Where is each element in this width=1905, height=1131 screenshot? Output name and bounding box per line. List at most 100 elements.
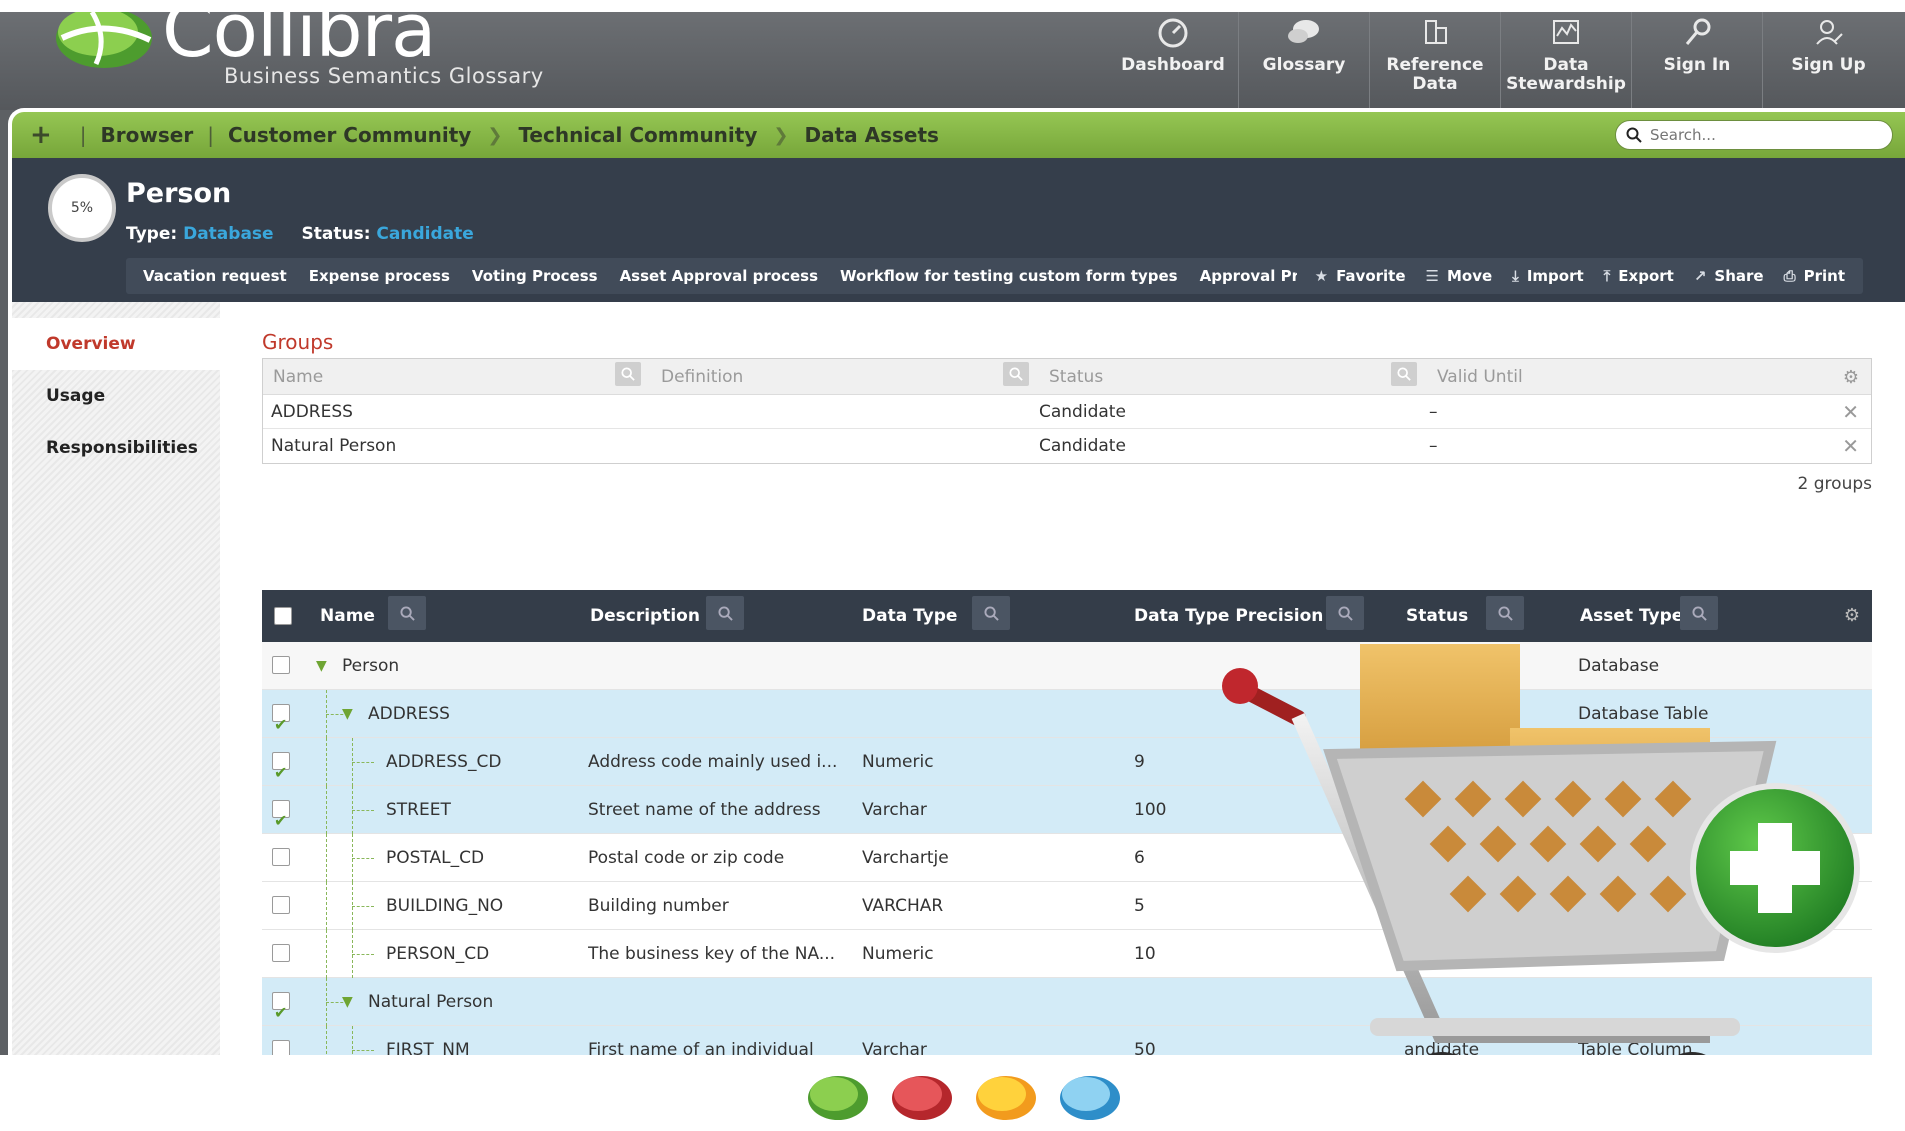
workflow-testing-custom-forms[interactable]: Workflow for testing custom form types [829, 267, 1189, 285]
type-value-link[interactable]: Database [183, 224, 273, 244]
collibra-logo-icon[interactable] [52, 12, 157, 74]
cell-name[interactable]: ADDRESS [368, 690, 608, 738]
breadcrumb-technical-community[interactable]: Technical Community [518, 123, 757, 147]
share-button[interactable]: ↗ Share [1684, 267, 1774, 285]
search-icon[interactable] [972, 596, 1010, 630]
tree-guide [352, 930, 353, 978]
nav-sign-in[interactable]: Sign In [1632, 12, 1763, 110]
row-checkbox[interactable] [272, 1037, 290, 1055]
nav-dashboard[interactable]: Dashboard [1108, 12, 1239, 110]
select-all-checkbox[interactable] [274, 607, 292, 625]
tree-guide [352, 810, 374, 811]
sidebar-item-overview[interactable]: Overview [12, 318, 220, 370]
cell-data-type: Varchar [862, 1040, 927, 1055]
search-icon[interactable] [706, 596, 744, 630]
print-icon: ⎙ [1783, 267, 1796, 285]
tree-guide [326, 834, 327, 882]
table-row[interactable]: ADDRESS Candidate – ✕ [263, 395, 1871, 429]
breadcrumb-customer-community[interactable]: Customer Community [228, 123, 471, 147]
tree-guide [352, 1026, 353, 1055]
search-icon[interactable] [1326, 596, 1364, 630]
cell-description: Building number [588, 896, 729, 916]
import-icon: ⤓ [1512, 267, 1519, 285]
workflow-voting-process[interactable]: Voting Process [461, 267, 609, 285]
nav-sign-up[interactable]: Sign Up [1763, 12, 1894, 110]
print-button[interactable]: ⎙ Print [1774, 267, 1855, 285]
expand-caret-icon[interactable]: ▼ [342, 690, 353, 738]
groups-col-name: Name [263, 359, 651, 394]
col-data-type: Data Type [862, 606, 958, 626]
chevron-right-icon: ❯ [773, 124, 789, 146]
group-name[interactable]: ADDRESS [263, 395, 1039, 428]
orange-blob-icon [976, 1076, 1036, 1120]
move-button[interactable]: ☰ Move [1416, 267, 1503, 285]
action-bar: ★ Favorite ☰ Move ⤓ Import ⤒ Export ↗ Share ⎙… [1296, 258, 1863, 294]
tree-guide [352, 882, 353, 930]
gear-icon[interactable]: ⚙ [1844, 590, 1860, 642]
row-checkbox[interactable] [272, 749, 290, 797]
row-checkbox[interactable] [272, 989, 290, 1037]
breadcrumb-data-assets[interactable]: Data Assets [804, 123, 938, 147]
remove-icon[interactable]: ✕ [1842, 395, 1859, 429]
sidebar-item-usage[interactable]: Usage [12, 370, 220, 422]
favorite-button[interactable]: ★ Favorite [1305, 267, 1416, 285]
row-checkbox[interactable] [272, 848, 290, 866]
group-valid-until: – [1429, 436, 1438, 456]
workflow-vacation-request[interactable]: Vacation request [132, 267, 298, 285]
row-checkbox[interactable] [272, 944, 290, 962]
import-button[interactable]: ⤓ Import [1502, 267, 1593, 285]
move-label: Move [1446, 267, 1493, 285]
tree-guide [352, 786, 353, 834]
search-icon[interactable] [388, 596, 426, 630]
import-label: Import [1526, 267, 1584, 285]
nav-glossary[interactable]: Glossary [1239, 12, 1370, 120]
cell-description: Street name of the address [588, 800, 821, 820]
app-window: Collibra Business Semantics Glossary Das… [0, 12, 1905, 1055]
workflow-asset-approval[interactable]: Asset Approval process [609, 267, 829, 285]
workflow-bar: Vacation request Expense process Voting … [126, 258, 1364, 294]
search-icon[interactable] [1680, 596, 1718, 630]
brand-tagline: Business Semantics Glossary [224, 64, 544, 88]
sidebar-item-responsibilities[interactable]: Responsibilities [12, 422, 220, 474]
share-label: Share [1714, 267, 1764, 285]
search-icon[interactable] [1003, 362, 1029, 386]
cell-description: First name of an individual [588, 1040, 814, 1055]
row-checkbox[interactable] [272, 701, 290, 749]
remove-icon[interactable]: ✕ [1842, 429, 1859, 463]
breadcrumb-browser[interactable]: Browser [101, 123, 194, 147]
tree-guide [352, 834, 353, 882]
expand-caret-icon[interactable]: ▼ [316, 642, 327, 690]
workflow-expense-process[interactable]: Expense process [298, 267, 461, 285]
search-box[interactable] [1615, 120, 1893, 150]
cell-name[interactable]: Person [342, 642, 582, 690]
search-icon[interactable] [1486, 596, 1524, 630]
row-checkbox[interactable] [272, 656, 290, 674]
table-row[interactable]: Natural Person Candidate – ✕ [263, 429, 1871, 463]
groups-title: Groups [262, 330, 334, 354]
top-header: Collibra Business Semantics Glossary Das… [0, 12, 1905, 120]
search-icon[interactable] [615, 362, 641, 386]
nav-reference-data[interactable]: Reference Data [1370, 12, 1501, 110]
col-status: Status [1406, 606, 1469, 626]
group-name[interactable]: Natural Person [263, 429, 1039, 463]
expand-caret-icon[interactable]: ▼ [342, 978, 353, 1026]
type-label: Type: [126, 224, 178, 244]
row-checkbox[interactable] [272, 797, 290, 845]
groups-count: 2 groups [1797, 474, 1872, 494]
groups-col-name-label: Name [273, 367, 324, 387]
dashboard-icon [1158, 18, 1188, 48]
status-value-link[interactable]: Candidate [376, 224, 473, 244]
red-blob-icon [892, 1076, 952, 1120]
groups-col-definition: Definition [651, 359, 1039, 394]
row-checkbox[interactable] [272, 896, 290, 914]
search-icon[interactable] [1391, 362, 1417, 386]
asset-title: Person [126, 178, 232, 209]
gear-icon[interactable]: ⚙ [1843, 367, 1859, 388]
nav-data-stewardship[interactable]: Data Stewardship [1501, 12, 1632, 110]
cell-description: Address code mainly used i... [588, 752, 838, 772]
export-button[interactable]: ⤒ Export [1594, 267, 1684, 285]
cell-name[interactable]: Natural Person [368, 978, 608, 1026]
add-button[interactable]: + [30, 120, 52, 150]
data-stewardship-icon [1553, 20, 1579, 44]
search-input[interactable] [1648, 125, 1868, 145]
